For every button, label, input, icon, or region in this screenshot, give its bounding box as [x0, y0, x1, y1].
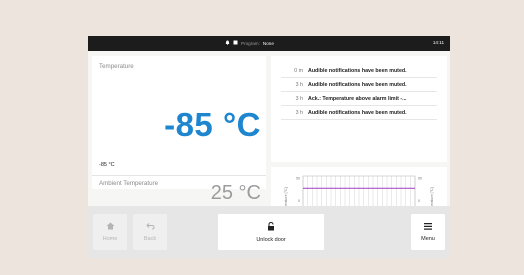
unlock-label: Unlock door — [256, 236, 286, 243]
bottom-bar: Home Back Unlock door Menu — [88, 206, 450, 258]
event-text: Audible notifications have been muted. — [308, 109, 407, 116]
status-bar: Program: None 14:11 — [88, 36, 450, 51]
event-age: 3 h — [295, 109, 303, 116]
event-age: 3 h — [295, 81, 303, 88]
event-age: 0 m — [294, 67, 303, 74]
program-value: None — [262, 40, 274, 46]
current-temperature: -85 °C — [164, 106, 261, 143]
event-item[interactable]: 3 h Ack.: Temperature above alarm limit … — [281, 92, 437, 106]
unlock-icon — [267, 221, 275, 233]
back-label: Back — [143, 236, 157, 242]
temperature-title: Temperature — [99, 63, 134, 70]
back-arrow-icon — [145, 222, 155, 232]
event-log-panel[interactable]: 0 m Audible notifications have been mute… — [271, 56, 447, 162]
home-icon — [106, 222, 115, 232]
program-icon — [233, 40, 238, 46]
event-text: Ack.: Temperature above alarm limit -... — [308, 95, 407, 102]
unlock-door-button[interactable]: Unlock door — [218, 214, 324, 250]
y-tick-label-left: 50 — [296, 177, 300, 181]
event-age: 3 h — [295, 95, 303, 102]
y-tick-label-right: 50 — [418, 177, 422, 181]
ambient-label: Ambient Temperature — [99, 180, 159, 187]
menu-icon — [424, 222, 432, 232]
menu-button[interactable]: Menu — [411, 214, 445, 250]
y-tick-label-left: 0 — [298, 199, 300, 203]
clock: 14:11 — [432, 40, 444, 45]
device-screen: Program: None 14:11 Temperature -85 °C -… — [88, 36, 450, 258]
event-item[interactable]: 3 h Audible notifications have been mute… — [281, 78, 437, 92]
back-button[interactable]: Back — [133, 214, 167, 250]
program-label: Program: — [241, 40, 260, 46]
menu-label: Menu — [421, 235, 435, 242]
status-center: Program: None — [225, 40, 274, 46]
panel-divider — [92, 175, 266, 176]
home-button[interactable]: Home — [93, 214, 127, 250]
event-text: Audible notifications have been muted. — [308, 67, 407, 74]
ambient-temperature: 25 °C — [210, 182, 261, 204]
y-tick-label-right: 0 — [418, 199, 420, 203]
event-item[interactable]: 3 h Audible notifications have been mute… — [281, 106, 437, 120]
event-text: Audible notifications have been muted. — [308, 81, 407, 88]
bell-icon — [225, 40, 230, 46]
temperature-panel[interactable]: Temperature -85 °C -85 °C Ambient Temper… — [92, 56, 266, 204]
home-label: Home — [102, 236, 118, 242]
setpoint-temperature: -85 °C — [99, 162, 115, 168]
event-item[interactable]: 0 m Audible notifications have been mute… — [281, 64, 437, 78]
